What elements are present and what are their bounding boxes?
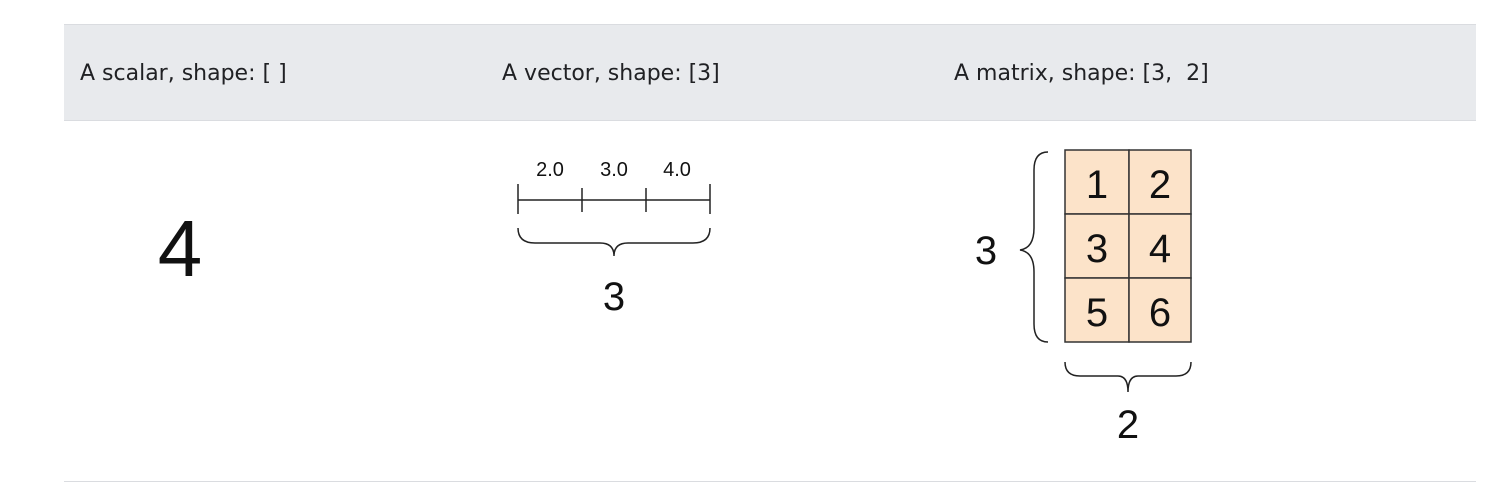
table-header-row: A scalar, shape: [ ] A vector, shape: [3… [64, 24, 1476, 121]
matrix-cols-brace [1064, 361, 1192, 393]
vector-value-label: 3.0 [600, 159, 628, 181]
table-bottom-rule [64, 481, 1476, 482]
page: A scalar, shape: [ ] A vector, shape: [3… [0, 0, 1512, 493]
vector-length-brace [517, 227, 711, 257]
matrix-cols-label: 2 [1117, 403, 1139, 447]
vector-diagram: 2.0 3.0 4.0 3 [517, 159, 711, 319]
matrix-cell-value: 4 [1149, 227, 1171, 271]
matrix-cell-value: 6 [1149, 291, 1171, 335]
vector-value-labels: 2.0 3.0 4.0 [536, 159, 691, 181]
vector-value-label: 2.0 [536, 159, 564, 181]
vector-value-label: 4.0 [663, 159, 691, 181]
vector-axis-line [517, 184, 711, 214]
matrix-cell-value: 5 [1086, 291, 1108, 335]
scalar-column-header: A scalar, shape: [ ] [80, 61, 287, 86]
matrix-cell-value: 2 [1149, 163, 1171, 207]
matrix-cell-value: 1 [1086, 163, 1108, 207]
scalar-value: 4 [158, 204, 203, 293]
matrix-diagram: 3 1 2 3 4 5 6 2 [975, 149, 1192, 447]
vector-length-label: 3 [603, 275, 625, 319]
scalar-diagram: 4 [158, 204, 203, 293]
vector-column-header: A vector, shape: [3] [502, 61, 720, 86]
matrix-column-header: A matrix, shape: [3, 2] [954, 61, 1209, 86]
matrix-rows-label: 3 [975, 229, 997, 273]
matrix-rows-brace [1019, 151, 1049, 343]
matrix-cell-value: 3 [1086, 227, 1108, 271]
matrix-grid: 1 2 3 4 5 6 [1064, 149, 1192, 343]
